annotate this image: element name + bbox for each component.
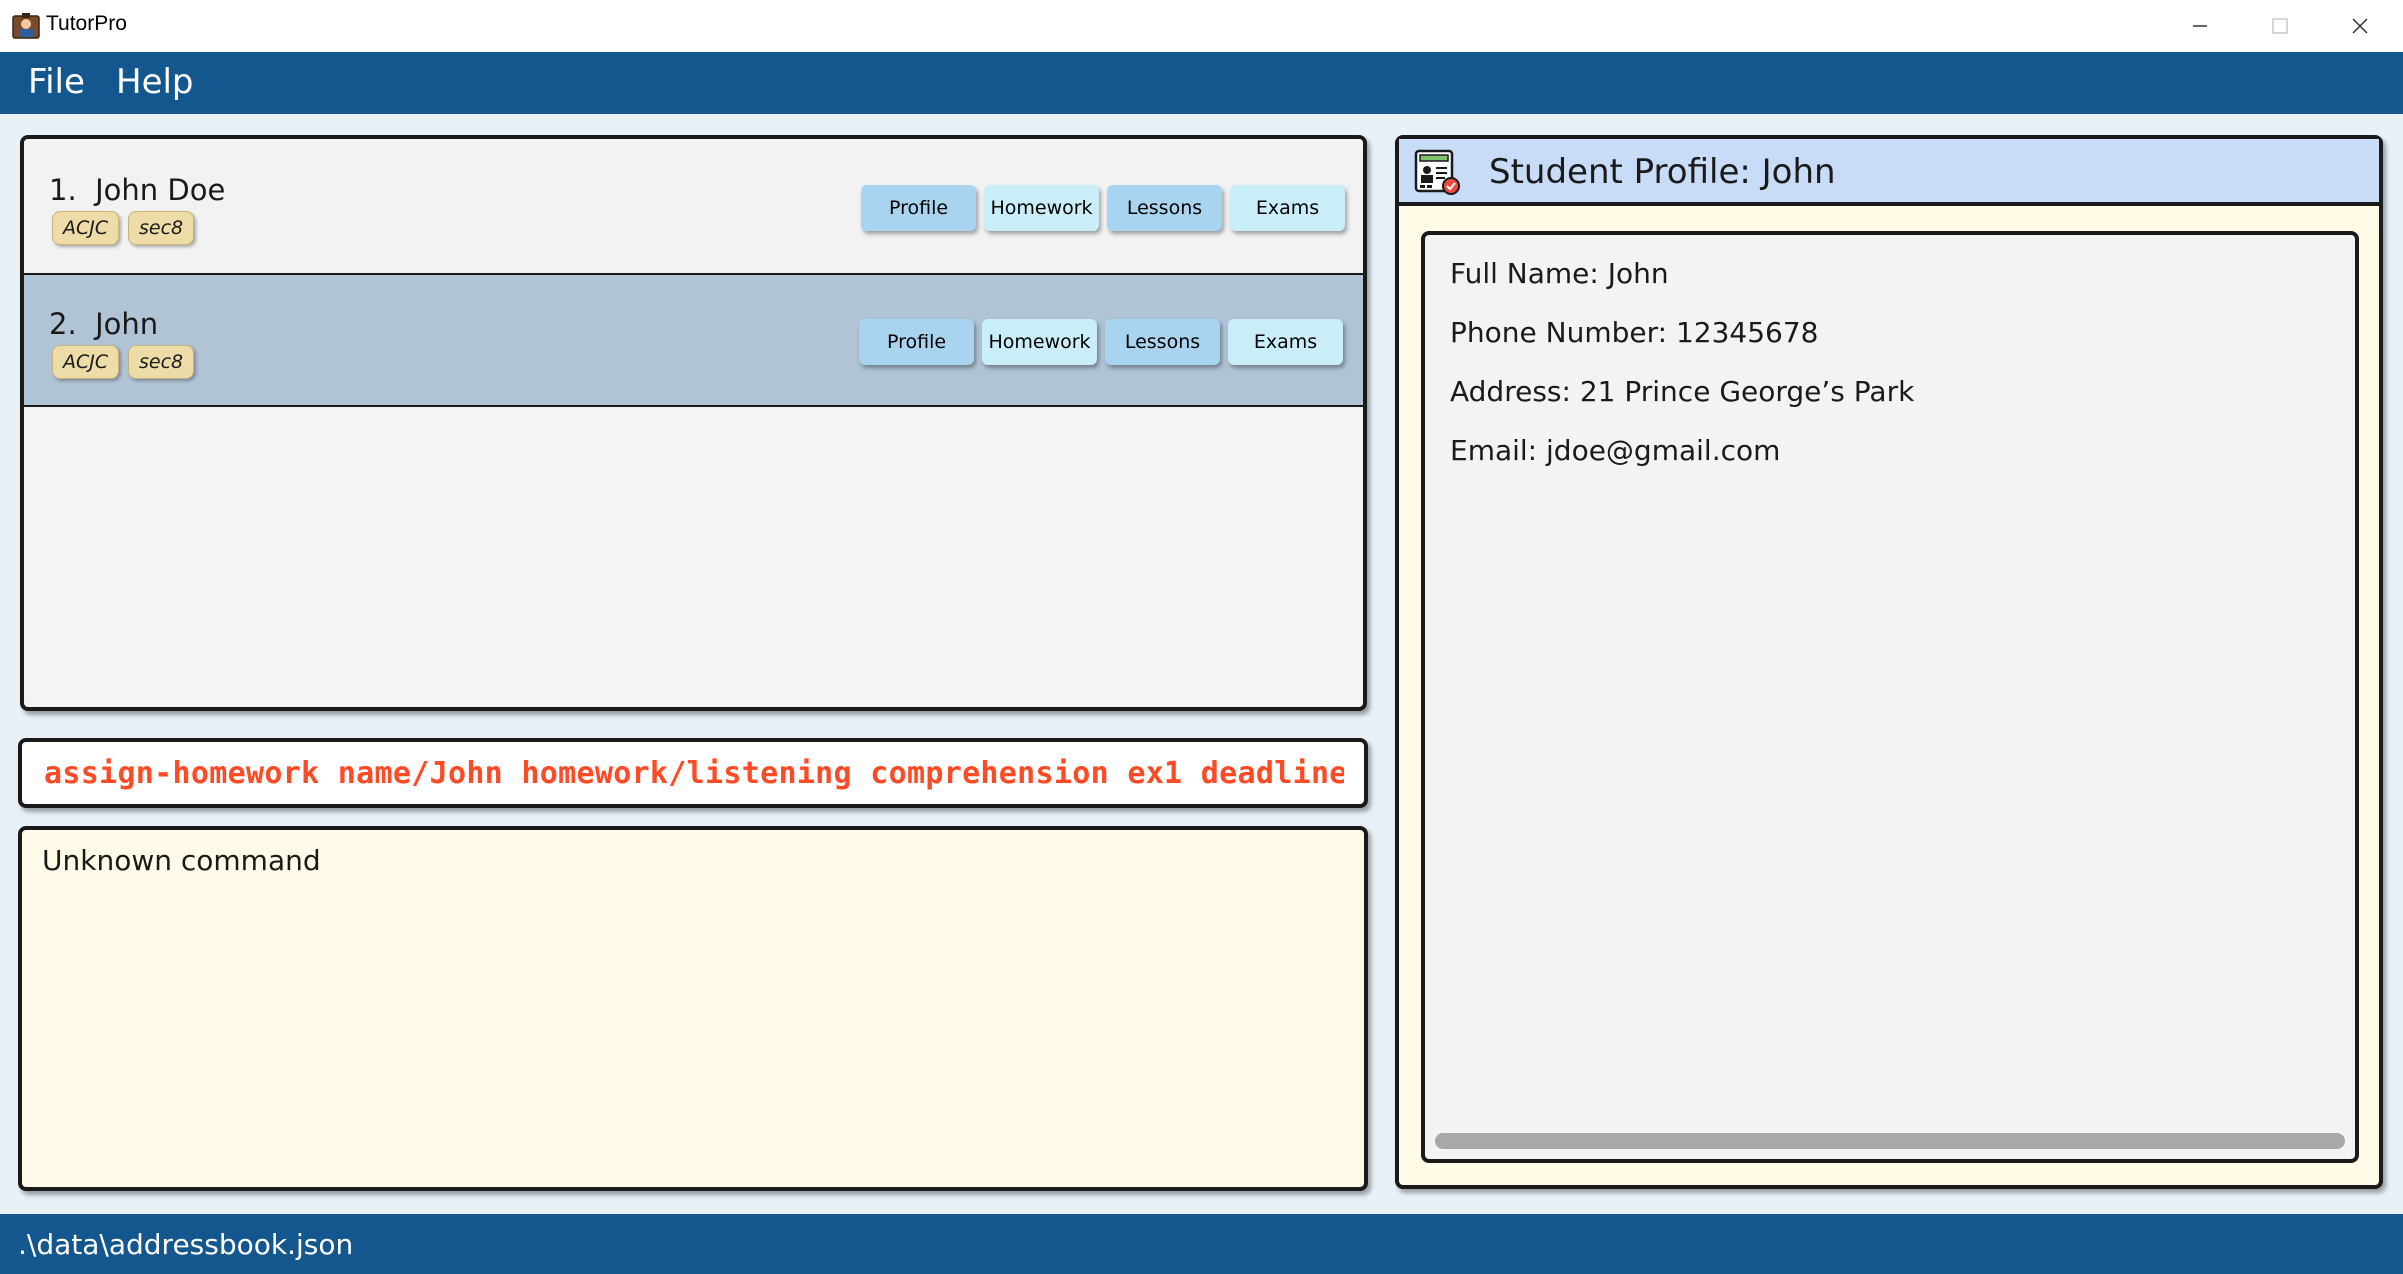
profile-title: Student Profile: John — [1489, 152, 1836, 192]
command-input[interactable]: assign-homework name/John homework/liste… — [44, 756, 1344, 791]
save-location: .\data\addressbook.json — [18, 1228, 354, 1261]
minimize-icon — [2193, 25, 2207, 27]
homework-button[interactable]: Homework — [982, 319, 1097, 365]
result-message: Unknown command — [42, 844, 321, 877]
title-bar: TutorPro — [0, 0, 2403, 53]
student-list-panel[interactable]: 1. John Doe ACJC sec8 Profile Homework L… — [20, 135, 1367, 711]
close-icon — [2352, 18, 2368, 34]
result-display: Unknown command — [18, 826, 1368, 1191]
horizontal-scrollbar[interactable] — [1435, 1133, 2345, 1149]
window-title: TutorPro — [46, 12, 127, 35]
email-field: Email: jdoe@gmail.com — [1450, 434, 1781, 467]
maximize-icon — [2272, 18, 2288, 34]
menu-file[interactable]: File — [28, 62, 85, 102]
minimize-button[interactable] — [2160, 0, 2240, 52]
app-icon — [12, 13, 40, 39]
lessons-button[interactable]: Lessons — [1105, 319, 1220, 365]
profile-details: Full Name: John Phone Number: 12345678 A… — [1421, 231, 2359, 1163]
menu-bar: File Help — [0, 52, 2403, 114]
exams-button[interactable]: Exams — [1230, 185, 1345, 231]
tag: ACJC — [52, 345, 120, 379]
status-bar: .\data\addressbook.json — [0, 1214, 2403, 1274]
command-box[interactable]: assign-homework name/John homework/liste… — [18, 738, 1368, 808]
profile-button[interactable]: Profile — [859, 319, 974, 365]
tag: sec8 — [128, 211, 195, 245]
tag: ACJC — [52, 211, 120, 245]
exams-button[interactable]: Exams — [1228, 319, 1343, 365]
student-profile-icon — [1414, 149, 1460, 195]
student-card[interactable]: 1. John Doe ACJC sec8 Profile Homework L… — [24, 139, 1363, 273]
profile-header: Student Profile: John — [1399, 139, 2379, 206]
lessons-button[interactable]: Lessons — [1107, 185, 1222, 231]
student-name: 2. John — [49, 307, 159, 341]
maximize-button[interactable] — [2240, 0, 2320, 52]
full-name-field: Full Name: John — [1450, 257, 1669, 290]
menu-help[interactable]: Help — [116, 62, 194, 102]
close-button[interactable] — [2320, 0, 2400, 52]
tag: sec8 — [128, 345, 195, 379]
phone-field: Phone Number: 12345678 — [1450, 316, 1819, 349]
student-card-selected[interactable]: 2. John ACJC sec8 Profile Homework Lesso… — [24, 273, 1363, 407]
profile-button[interactable]: Profile — [861, 185, 976, 231]
homework-button[interactable]: Homework — [984, 185, 1099, 231]
student-profile-panel: Student Profile: John Full Name: John Ph… — [1395, 135, 2383, 1189]
address-field: Address: 21 Prince George’s Park — [1450, 375, 1915, 408]
student-name: 1. John Doe — [49, 173, 226, 207]
